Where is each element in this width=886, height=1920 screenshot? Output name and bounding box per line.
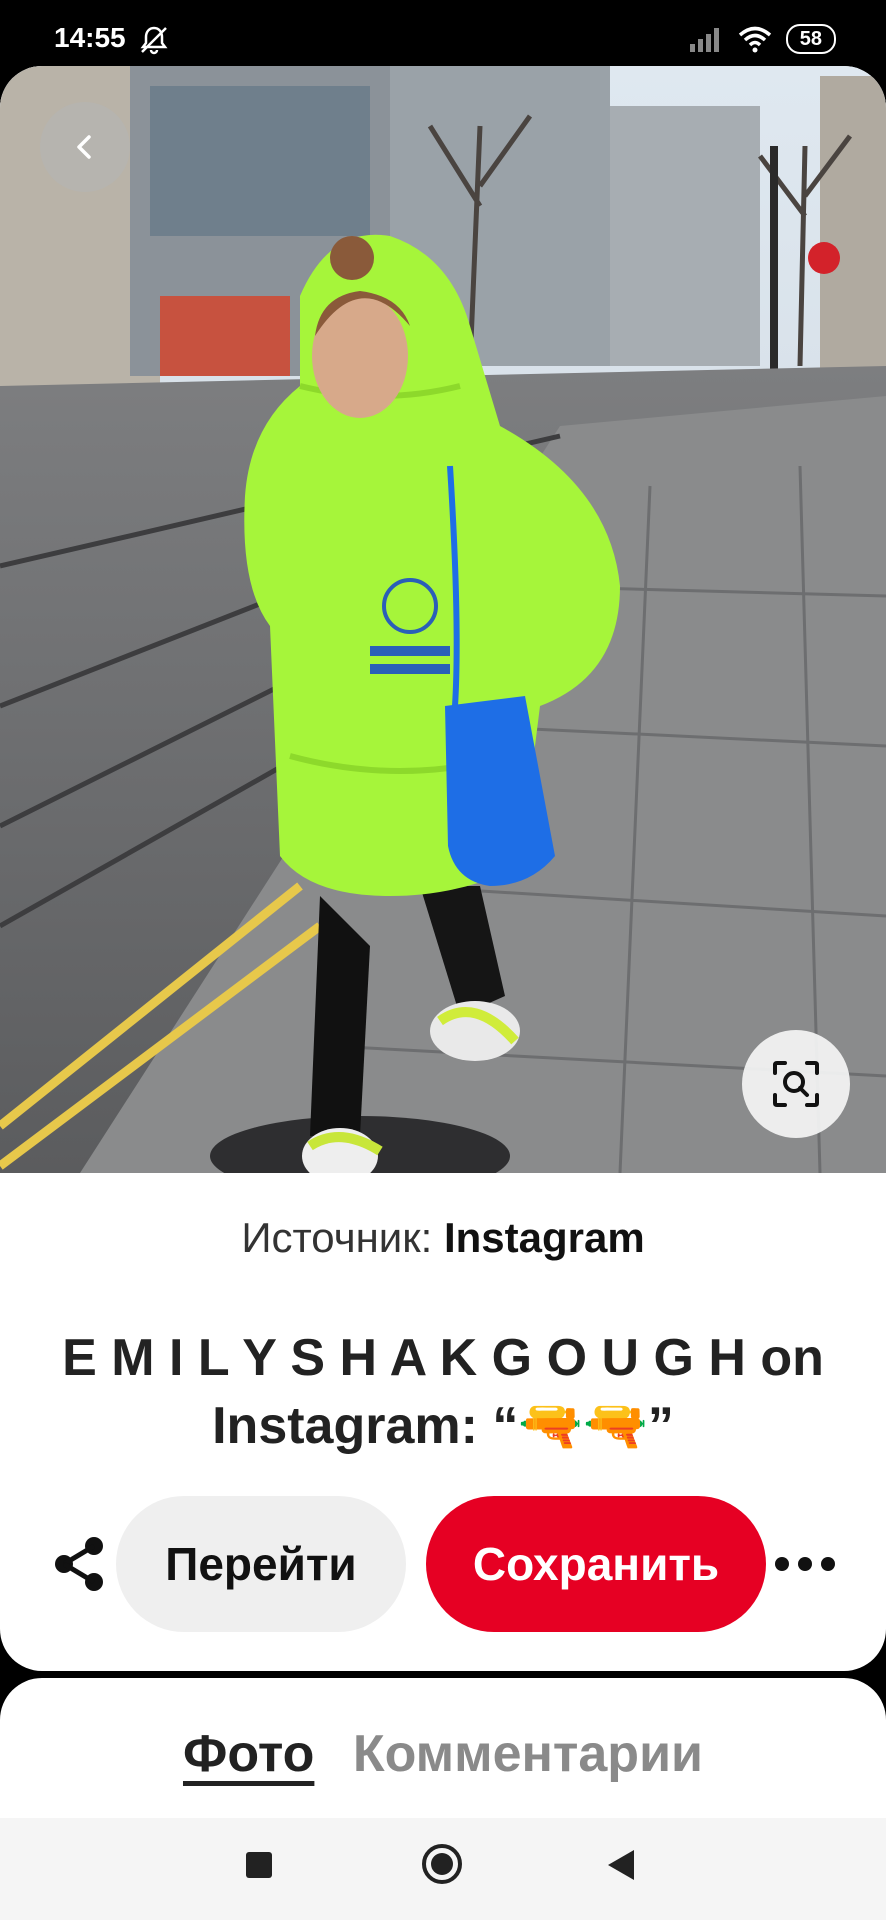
- back-button[interactable]: [40, 102, 130, 192]
- status-right: 58: [689, 24, 836, 54]
- tab-comments[interactable]: Комментарии: [353, 1725, 703, 1783]
- recent-apps-button[interactable]: [246, 1852, 272, 1878]
- home-button[interactable]: [420, 1842, 464, 1886]
- tab-photo[interactable]: Фото: [183, 1725, 314, 1783]
- pin-card: Источник: Instagram E M I L Y S H A K G …: [0, 66, 886, 1671]
- pin-title-line1: E M I L Y S H A K G O U G H on: [62, 1329, 824, 1387]
- save-button[interactable]: Сохранить: [426, 1496, 766, 1632]
- pin-source: Источник: Instagram: [0, 1214, 886, 1262]
- status-time: 14:55: [54, 22, 126, 53]
- visual-search-button[interactable]: [742, 1030, 850, 1138]
- bell-muted-icon: [140, 26, 168, 55]
- details-sheet: Фото Комментарии: [0, 1678, 886, 1818]
- visit-button[interactable]: Перейти: [116, 1496, 406, 1632]
- back-nav-button[interactable]: [606, 1848, 636, 1882]
- pin-photo-illustration: [0, 66, 886, 1173]
- chevron-left-icon: [77, 135, 91, 159]
- pin-actions: Перейти Сохранить: [0, 1496, 886, 1632]
- battery-indicator: 58: [785, 24, 836, 54]
- pin-title-line2: Instagram: “🔫🔫”: [212, 1397, 674, 1455]
- more-options-icon[interactable]: [770, 1544, 840, 1584]
- lens-search-icon: [773, 1061, 819, 1107]
- wifi-icon: [738, 26, 771, 53]
- details-tabs: Фото Комментарии: [0, 1724, 886, 1784]
- signal-icon: [689, 28, 719, 52]
- source-label: Источник:: [241, 1214, 433, 1261]
- system-nav-bar: [0, 1818, 886, 1920]
- share-icon[interactable]: [50, 1534, 110, 1594]
- source-name[interactable]: Instagram: [444, 1214, 645, 1261]
- battery-level: 58: [799, 27, 822, 50]
- pin-title: E M I L Y S H A K G O U G H on Instagram…: [40, 1324, 846, 1460]
- pin-photo[interactable]: [0, 66, 886, 1173]
